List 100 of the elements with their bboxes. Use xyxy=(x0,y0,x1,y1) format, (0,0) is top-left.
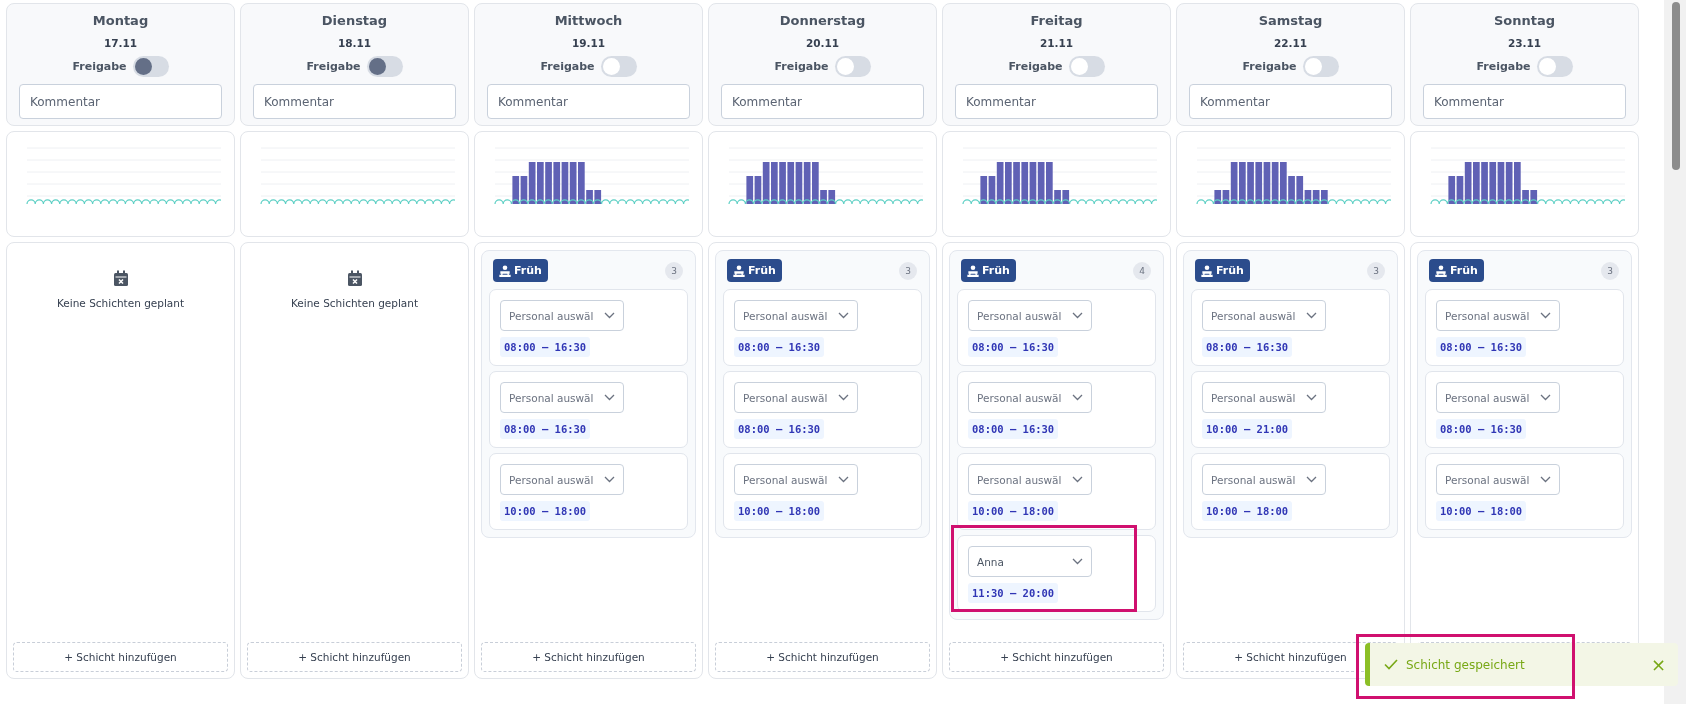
release-label: Freigabe xyxy=(774,60,829,73)
shift-time: 08:00 – 16:30 xyxy=(968,419,1059,439)
release-toggle[interactable] xyxy=(1302,56,1339,77)
shift-count: 4 xyxy=(1133,261,1151,280)
chevron-down-icon xyxy=(1072,394,1083,401)
day-date: 23.11 xyxy=(1507,37,1542,49)
staff-select[interactable]: Personal auswäl xyxy=(1202,382,1326,413)
release-toggle[interactable] xyxy=(1536,56,1573,77)
staff-select[interactable]: Personal auswäl xyxy=(968,464,1092,495)
shift-count: 3 xyxy=(665,261,683,280)
comment-field[interactable]: Kommentar xyxy=(19,84,222,119)
scrollbar-thumb[interactable] xyxy=(1672,2,1680,170)
scrollbar[interactable] xyxy=(1664,0,1686,704)
day-date: 19.11 xyxy=(571,37,606,49)
shift-time: 08:00 – 16:30 xyxy=(500,337,591,357)
day-name: Samstag xyxy=(1258,13,1323,28)
chevron-down-icon xyxy=(604,394,615,401)
person-icon xyxy=(1201,264,1213,277)
day-name: Donnerstag xyxy=(779,13,866,28)
shift-type-badge: Früh xyxy=(1429,259,1484,282)
day-name: Sonntag xyxy=(1493,13,1556,28)
day-date: 17.11 xyxy=(103,37,138,49)
staff-select[interactable]: Anna xyxy=(968,546,1092,577)
checkmark-icon xyxy=(1384,659,1398,670)
day-name: Montag xyxy=(92,13,149,28)
toast-message: Schicht gespeichert xyxy=(1406,657,1526,672)
staff-select[interactable]: Personal auswäl xyxy=(1436,464,1560,495)
release-toggle[interactable] xyxy=(600,56,637,77)
chevron-down-icon xyxy=(1072,558,1083,565)
shift-time: 10:00 – 21:00 xyxy=(1202,419,1293,439)
chevron-down-icon xyxy=(604,476,615,483)
add-shift-button[interactable]: + Schicht hinzufügen xyxy=(247,642,462,672)
release-label: Freigabe xyxy=(1008,60,1063,73)
shift-time: 10:00 – 18:00 xyxy=(968,501,1059,521)
shift-time: 11:30 – 20:00 xyxy=(968,583,1059,603)
shift-time: 08:00 – 16:30 xyxy=(1436,337,1527,357)
chevron-down-icon xyxy=(1540,394,1551,401)
shift-time: 08:00 – 16:30 xyxy=(734,337,825,357)
comment-field[interactable]: Kommentar xyxy=(253,84,456,119)
staff-select[interactable]: Personal auswäl xyxy=(968,300,1092,331)
release-label: Freigabe xyxy=(1476,60,1531,73)
chevron-down-icon xyxy=(1072,312,1083,319)
comment-field[interactable]: Kommentar xyxy=(1423,84,1626,119)
shift-count: 3 xyxy=(1601,261,1619,280)
empty-state-text: Keine Schichten geplant xyxy=(290,297,419,309)
add-shift-button[interactable]: + Schicht hinzufügen xyxy=(13,642,228,672)
day-date: 18.11 xyxy=(337,37,372,49)
comment-field[interactable]: Kommentar xyxy=(1189,84,1392,119)
shift-time: 08:00 – 16:30 xyxy=(1436,419,1527,439)
release-label: Freigabe xyxy=(72,60,127,73)
shift-type-badge: Früh xyxy=(1195,259,1250,282)
person-icon xyxy=(967,264,979,277)
staff-select[interactable]: Personal auswäl xyxy=(500,382,624,413)
staff-select[interactable]: Personal auswäl xyxy=(968,382,1092,413)
shift-time: 10:00 – 18:00 xyxy=(1202,501,1293,521)
staff-select[interactable]: Personal auswäl xyxy=(734,382,858,413)
shift-time: 08:00 – 16:30 xyxy=(500,419,591,439)
release-toggle[interactable] xyxy=(1068,56,1105,77)
chevron-down-icon xyxy=(838,312,849,319)
add-shift-button[interactable]: + Schicht hinzufügen xyxy=(715,642,930,672)
comment-field[interactable]: Kommentar xyxy=(487,84,690,119)
release-label: Freigabe xyxy=(306,60,361,73)
staff-select[interactable]: Personal auswäl xyxy=(734,464,858,495)
chevron-down-icon xyxy=(838,394,849,401)
day-date: 20.11 xyxy=(805,37,840,49)
day-name: Dienstag xyxy=(321,13,388,28)
chevron-down-icon xyxy=(1540,476,1551,483)
shift-time: 08:00 – 16:30 xyxy=(968,337,1059,357)
staff-select[interactable]: Personal auswäl xyxy=(500,464,624,495)
staff-select[interactable]: Personal auswäl xyxy=(1436,300,1560,331)
shift-type-badge: Früh xyxy=(727,259,782,282)
person-icon xyxy=(733,264,745,277)
shift-count: 3 xyxy=(1367,261,1385,280)
empty-state-text: Keine Schichten geplant xyxy=(56,297,185,309)
person-icon xyxy=(499,264,511,277)
chevron-down-icon xyxy=(604,312,615,319)
comment-field[interactable]: Kommentar xyxy=(721,84,924,119)
chevron-down-icon xyxy=(1306,394,1317,401)
shift-count: 3 xyxy=(899,261,917,280)
comment-field[interactable]: Kommentar xyxy=(955,84,1158,119)
add-shift-button[interactable]: + Schicht hinzufügen xyxy=(481,642,696,672)
shift-time: 08:00 – 16:30 xyxy=(1202,337,1293,357)
add-shift-button[interactable]: + Schicht hinzufügen xyxy=(949,642,1164,672)
chevron-down-icon xyxy=(1306,312,1317,319)
staff-select[interactable]: Personal auswäl xyxy=(500,300,624,331)
staff-select[interactable]: Personal auswäl xyxy=(1202,464,1326,495)
release-toggle[interactable] xyxy=(834,56,871,77)
person-icon xyxy=(1435,264,1447,277)
calendar-x-icon xyxy=(112,270,129,287)
shift-time: 10:00 – 18:00 xyxy=(734,501,825,521)
shift-time: 10:00 – 18:00 xyxy=(500,501,591,521)
release-label: Freigabe xyxy=(1242,60,1297,73)
calendar-x-icon xyxy=(346,270,363,287)
staff-select[interactable]: Personal auswäl xyxy=(1436,382,1560,413)
chevron-down-icon xyxy=(1306,476,1317,483)
day-name: Mittwoch xyxy=(554,13,623,28)
chevron-down-icon xyxy=(1072,476,1083,483)
staff-select[interactable]: Personal auswäl xyxy=(1202,300,1326,331)
staff-select[interactable]: Personal auswäl xyxy=(734,300,858,331)
day-date: 22.11 xyxy=(1273,37,1308,49)
